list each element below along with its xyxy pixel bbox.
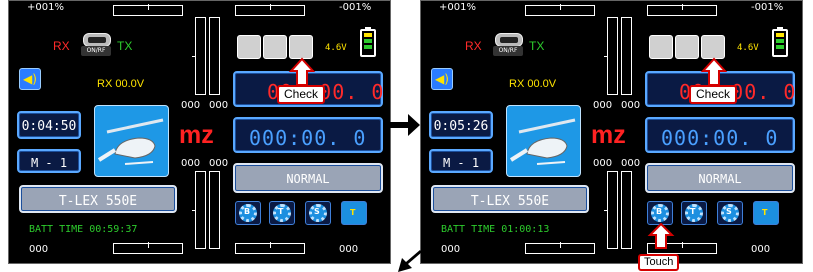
trim-value-right-top: 000 bbox=[209, 100, 229, 111]
helicopter-icon[interactable] bbox=[94, 105, 169, 177]
model-slot-value: M - 1 bbox=[30, 156, 68, 170]
flight-mode-button[interactable]: NORMAL bbox=[645, 163, 795, 193]
trim-bar-bottom-right[interactable] bbox=[235, 242, 305, 254]
tx-label: TX bbox=[117, 39, 133, 53]
telemetry-icon[interactable]: T bbox=[341, 201, 367, 225]
trim-top-left: +001% bbox=[27, 2, 64, 13]
trim-bar-right-lower[interactable] bbox=[621, 171, 632, 249]
trim-bottom-left: 000 bbox=[441, 244, 461, 255]
touch-callout: Touch bbox=[638, 254, 680, 271]
flight-mode-value: NORMAL bbox=[698, 172, 742, 186]
trim-bar-top[interactable] bbox=[525, 4, 595, 16]
model-slot-button[interactable]: M - 1 bbox=[429, 149, 493, 173]
stopwatch-value: 0:04:50 bbox=[21, 119, 77, 134]
model-name-button[interactable]: T-LEX 550E bbox=[431, 185, 589, 213]
flow-arrow-down-left-icon bbox=[398, 250, 422, 272]
stopwatch-button[interactable]: 0:05:26 bbox=[429, 111, 493, 139]
on-rf-switch[interactable]: ON/RF bbox=[81, 33, 111, 57]
trim-bar-right-upper[interactable] bbox=[621, 17, 632, 95]
timer-bottom-button[interactable]: 000:00. 0 bbox=[233, 117, 383, 153]
sd-card-icon[interactable] bbox=[701, 35, 725, 59]
check-arrow bbox=[288, 57, 316, 86]
flow-arrow-right-icon bbox=[390, 114, 420, 136]
gear-icon-system[interactable]: S bbox=[305, 201, 331, 225]
model-name-value: T-LEX 550E bbox=[470, 194, 550, 209]
transmitter-screen-before: +001% -001% RX ON/RF TX ◀) RX 00.0V 000 … bbox=[8, 0, 391, 264]
trim-value-left-top: 000 bbox=[593, 100, 613, 111]
speaker-icon[interactable]: ◀) bbox=[431, 68, 453, 90]
tx-voltage: 4.6V bbox=[737, 43, 759, 53]
trim-value-left-bottom: 000 bbox=[181, 158, 201, 169]
trim-bottom-right: 000 bbox=[339, 244, 359, 255]
trim-top-right: -001% bbox=[751, 2, 784, 13]
flight-mode-value: NORMAL bbox=[286, 172, 330, 186]
trim-bar-top-right[interactable] bbox=[647, 4, 717, 16]
trim-value-right-bottom: 000 bbox=[621, 158, 641, 169]
gear-icon-telemetry[interactable]: T bbox=[269, 201, 295, 225]
model-slot-button[interactable]: M - 1 bbox=[17, 149, 81, 173]
speaker-icon[interactable]: ◀) bbox=[19, 68, 41, 90]
trim-bottom-right: 000 bbox=[751, 244, 771, 255]
telemetry-icon[interactable]: T bbox=[753, 201, 779, 225]
tx-label: TX bbox=[529, 39, 545, 53]
sd-card-icon[interactable] bbox=[289, 35, 313, 59]
on-rf-switch[interactable]: ON/RF bbox=[493, 33, 523, 57]
model-slot-value: M - 1 bbox=[442, 156, 480, 170]
check-callout: Check bbox=[689, 85, 738, 104]
trim-bar-bottom-left[interactable] bbox=[525, 242, 595, 254]
batt-time: BATT TIME 00:59:37 bbox=[29, 224, 138, 235]
gear-icon-telemetry[interactable]: T bbox=[681, 201, 707, 225]
stopwatch-value: 0:05:26 bbox=[433, 119, 489, 134]
trim-bottom-left: 000 bbox=[29, 244, 49, 255]
trim-value-left-top: 000 bbox=[181, 100, 201, 111]
transmitter-screen-after: +001% -001% RX ON/RF TX ◀) RX 00.0V 000 … bbox=[420, 0, 803, 264]
helicopter-icon[interactable] bbox=[506, 105, 581, 177]
gear-icon-system[interactable]: S bbox=[717, 201, 743, 225]
stopwatch-button[interactable]: 0:04:50 bbox=[17, 111, 81, 139]
trim-bar-left-upper[interactable] bbox=[192, 17, 206, 95]
rx-voltage: RX 00.0V bbox=[509, 78, 557, 90]
headphone-icon[interactable] bbox=[237, 35, 261, 59]
trim-value-right-bottom: 000 bbox=[209, 158, 229, 169]
timer-bottom-value: 000:00. 0 bbox=[661, 126, 779, 150]
trim-bar-top-right[interactable] bbox=[235, 4, 305, 16]
check-arrow bbox=[700, 57, 728, 86]
batt-time: BATT TIME 01:00:13 bbox=[441, 224, 550, 235]
touch-arrow bbox=[647, 223, 675, 249]
gear-icon-basic[interactable]: B bbox=[235, 201, 261, 225]
mode-label: mz bbox=[591, 121, 626, 149]
battery-icon bbox=[772, 29, 788, 57]
check-callout: Check bbox=[277, 85, 326, 104]
flight-mode-button[interactable]: NORMAL bbox=[233, 163, 383, 193]
timer-bottom-value: 000:00. 0 bbox=[249, 126, 367, 150]
trim-value-right-top: 000 bbox=[621, 100, 641, 111]
battery-icon bbox=[360, 29, 376, 57]
trim-top-right: -001% bbox=[339, 2, 372, 13]
rx-label: RX bbox=[465, 39, 482, 53]
mode-label: mz bbox=[179, 121, 214, 149]
rx-label: RX bbox=[53, 39, 70, 53]
headphone-icon[interactable] bbox=[649, 35, 673, 59]
trim-bar-bottom-left[interactable] bbox=[113, 242, 183, 254]
trim-bar-left-lower[interactable] bbox=[604, 171, 618, 249]
trim-value-left-bottom: 000 bbox=[593, 158, 613, 169]
trim-bar-right-upper[interactable] bbox=[209, 17, 220, 95]
trim-bar-top[interactable] bbox=[113, 4, 183, 16]
trim-bar-left-upper[interactable] bbox=[604, 17, 618, 95]
model-name-value: T-LEX 550E bbox=[58, 194, 138, 209]
on-rf-label: ON/RF bbox=[81, 46, 111, 56]
tx-voltage: 4.6V bbox=[325, 43, 347, 53]
rx-voltage: RX 00.0V bbox=[97, 78, 145, 90]
model-name-button[interactable]: T-LEX 550E bbox=[19, 185, 177, 213]
lock-icon[interactable] bbox=[263, 35, 287, 59]
gear-icon-basic[interactable]: B bbox=[647, 201, 673, 225]
trim-top-left: +001% bbox=[439, 2, 476, 13]
lock-icon[interactable] bbox=[675, 35, 699, 59]
on-rf-label: ON/RF bbox=[493, 46, 523, 56]
trim-bar-right-lower[interactable] bbox=[209, 171, 220, 249]
timer-bottom-button[interactable]: 000:00. 0 bbox=[645, 117, 795, 153]
trim-bar-left-lower[interactable] bbox=[192, 171, 206, 249]
